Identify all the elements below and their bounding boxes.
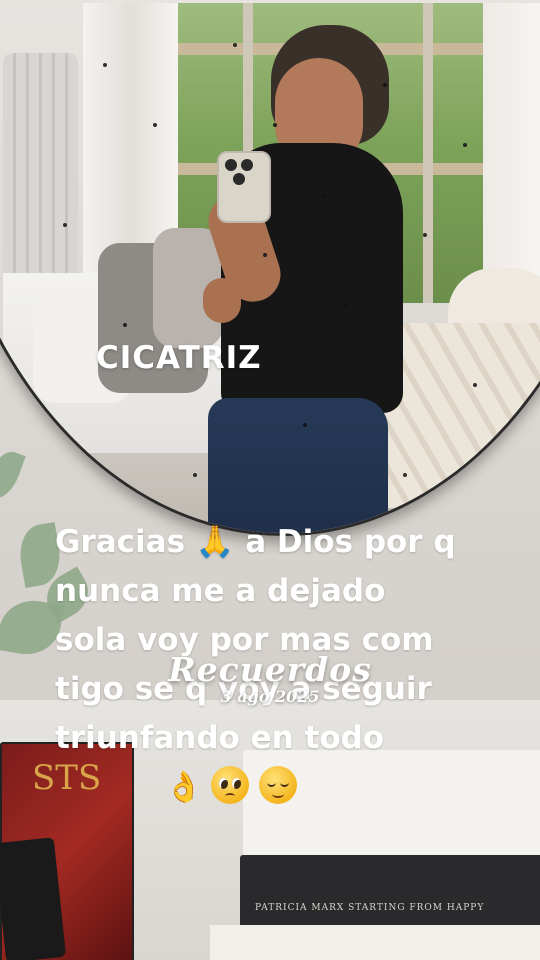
memories-title: Recuerdos [168,650,372,689]
memories-sticker[interactable]: Recuerdos 3 ago 2025 [0,650,540,706]
cicatriz-label: CICATRIZ [96,340,262,376]
speckle [193,473,197,477]
story-photo: STS PATRICIA MARX STARTING FROM HAPPY [0,0,540,960]
ok-hand-emoji-icon: 👌 [165,770,204,805]
speckle [103,63,107,67]
speckle [343,303,347,307]
speckle [383,83,387,87]
speckle [233,43,237,47]
story-caption: Gracias 🙏 a Dios por q nunca me a dejado… [55,518,515,763]
red-book-title: STS [32,758,102,798]
emoji-row: 👌 [163,766,297,812]
speckle [23,403,27,407]
phone [217,151,271,223]
scaffold-pole [423,3,433,303]
caption-line: nunca me a dejado [55,573,386,609]
speckle [323,193,327,197]
camera-lens [233,173,245,185]
caption-line: Gracias 🙏 a Dios por q [55,524,456,560]
speckle [263,253,267,257]
speckle [303,423,307,427]
speckle [403,473,407,477]
speckle [463,143,467,147]
pleading-face-emoji-icon [210,766,249,804]
book-spine-text: PATRICIA MARX STARTING FROM HAPPY [255,903,485,913]
speckle [473,383,477,387]
headboard [3,53,78,303]
camera-lens [241,159,253,171]
curtain-right [483,3,540,303]
speckle [123,323,127,327]
round-mirror [0,0,540,536]
hand [203,278,241,323]
book-base [210,925,540,960]
caption-line: triunfando en todo [55,720,385,756]
camera-lens [225,159,237,171]
speckle [503,443,507,447]
relieved-face-emoji-icon [258,766,297,804]
memories-date: 3 ago 2025 [220,687,320,706]
jeans [208,398,388,533]
dark-book [240,855,540,927]
speckle [153,123,157,127]
speckle [63,223,67,227]
speckle [273,123,277,127]
speckle [423,233,427,237]
